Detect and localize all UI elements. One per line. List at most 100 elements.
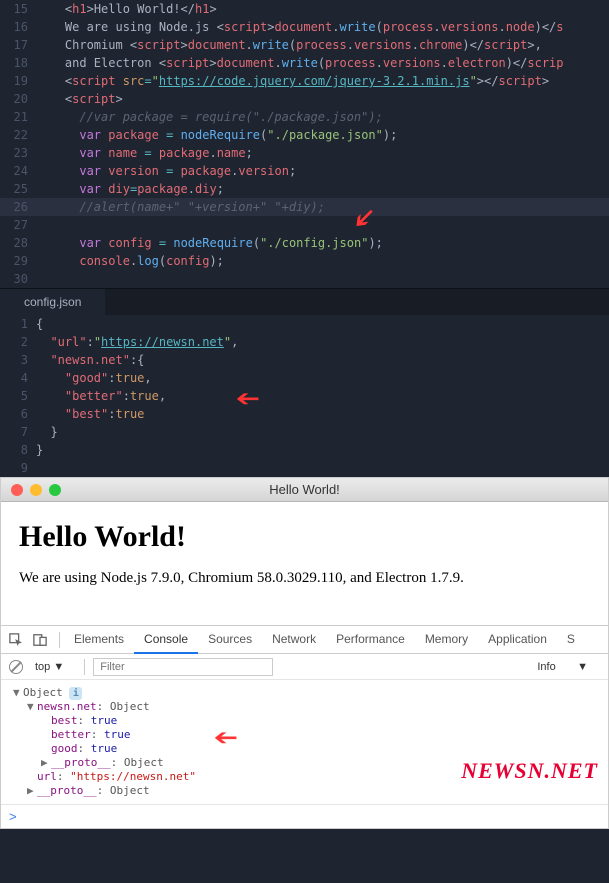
line-number: 17 bbox=[0, 36, 36, 54]
code-line[interactable]: 15 <h1>Hello World!</h1> bbox=[0, 0, 609, 18]
window-titlebar[interactable]: Hello World! bbox=[1, 478, 608, 502]
code-line[interactable]: 18 and Electron <script>document.write(p… bbox=[0, 54, 609, 72]
code-line[interactable]: 1{ bbox=[0, 315, 609, 333]
line-number: 9 bbox=[0, 459, 36, 477]
devtools-filter-bar: top ▼ Info ▼ bbox=[1, 654, 608, 680]
code-line[interactable]: 7 } bbox=[0, 423, 609, 441]
console-tree-node[interactable]: best: true bbox=[7, 714, 602, 728]
code-line[interactable]: 22 var package = nodeRequire("./package.… bbox=[0, 126, 609, 144]
page-content: Hello World! We are using Node.js 7.9.0,… bbox=[1, 502, 608, 625]
code-line[interactable]: 19 <script src="https://code.jquery.com/… bbox=[0, 72, 609, 90]
code-text: var diy=package.diy; bbox=[36, 180, 224, 198]
code-editor-json[interactable]: 1{2 "url":"https://newsn.net",3 "newsn.n… bbox=[0, 315, 609, 477]
code-line[interactable]: 8} bbox=[0, 441, 609, 459]
line-number: 20 bbox=[0, 90, 36, 108]
line-number: 25 bbox=[0, 180, 36, 198]
code-text: var package = nodeRequire("./package.jso… bbox=[36, 126, 397, 144]
line-number: 8 bbox=[0, 441, 36, 459]
line-number: 16 bbox=[0, 18, 36, 36]
devtools-tab-performance[interactable]: Performance bbox=[326, 626, 415, 654]
page-heading: Hello World! bbox=[19, 520, 590, 554]
console-output[interactable]: ▼Object i▼newsn.net: Objectbest: truebet… bbox=[1, 680, 608, 804]
line-number: 29 bbox=[0, 252, 36, 270]
code-text: } bbox=[36, 423, 58, 441]
code-line[interactable]: 3 "newsn.net":{ bbox=[0, 351, 609, 369]
code-text: { bbox=[36, 315, 43, 333]
window-title: Hello World! bbox=[1, 482, 608, 497]
code-text: console.log(config); bbox=[36, 252, 224, 270]
line-number: 27 bbox=[0, 216, 36, 234]
console-tree-node[interactable]: better: true bbox=[7, 728, 602, 742]
line-number: 24 bbox=[0, 162, 36, 180]
tab-config-json[interactable]: config.json bbox=[0, 289, 105, 315]
code-line[interactable]: 16 We are using Node.js <script>document… bbox=[0, 18, 609, 36]
console-tree-node[interactable]: good: true bbox=[7, 742, 602, 756]
filter-input[interactable] bbox=[93, 658, 273, 676]
code-text: var name = package.name; bbox=[36, 144, 253, 162]
code-line[interactable]: 29 console.log(config); bbox=[0, 252, 609, 270]
code-line[interactable]: 24 var version = package.version; bbox=[0, 162, 609, 180]
code-text: //var package = require("./package.json"… bbox=[36, 108, 383, 126]
app-window: Hello World! Hello World! We are using N… bbox=[0, 477, 609, 829]
code-line[interactable]: 28 var config = nodeRequire("./config.js… bbox=[0, 234, 609, 252]
context-selector[interactable]: top ▼ bbox=[31, 659, 76, 675]
line-number: 4 bbox=[0, 369, 36, 387]
line-number: 3 bbox=[0, 351, 36, 369]
line-number: 19 bbox=[0, 72, 36, 90]
devtools-tab-console[interactable]: Console bbox=[134, 626, 198, 654]
code-text: We are using Node.js <script>document.wr… bbox=[36, 18, 564, 36]
code-line[interactable]: 23 var name = package.name; bbox=[0, 144, 609, 162]
console-tree-node[interactable]: ▶__proto__: Object bbox=[7, 784, 602, 798]
code-line[interactable]: 27 bbox=[0, 216, 609, 234]
line-number: 22 bbox=[0, 126, 36, 144]
code-text: //alert(name+" "+version+" "+diy); bbox=[36, 198, 325, 216]
annotation-arrow-icon: ➔ bbox=[235, 379, 260, 417]
code-line[interactable]: 9 bbox=[0, 459, 609, 477]
line-number: 28 bbox=[0, 234, 36, 252]
code-line[interactable]: 30 bbox=[0, 270, 609, 288]
code-text: "better":true, bbox=[36, 387, 166, 405]
code-text: <script> bbox=[36, 90, 123, 108]
devtools-tab-sources[interactable]: Sources bbox=[198, 626, 262, 654]
code-text: "newsn.net":{ bbox=[36, 351, 144, 369]
code-line[interactable]: 20 <script> bbox=[0, 90, 609, 108]
console-prompt[interactable]: > bbox=[1, 804, 608, 828]
console-tree-node[interactable]: ▼newsn.net: Object bbox=[7, 700, 602, 714]
devtools-tab-s[interactable]: S bbox=[557, 626, 585, 654]
page-paragraph: We are using Node.js 7.9.0, Chromium 58.… bbox=[19, 570, 590, 587]
watermark: NEWSN.NET bbox=[461, 758, 598, 784]
device-icon[interactable] bbox=[33, 633, 47, 647]
devtools-tabs: ElementsConsoleSourcesNetworkPerformance… bbox=[1, 626, 608, 654]
code-text: and Electron <script>document.write(proc… bbox=[36, 54, 564, 72]
code-line[interactable]: 25 var diy=package.diy; bbox=[0, 180, 609, 198]
devtools-panel: ElementsConsoleSourcesNetworkPerformance… bbox=[1, 625, 608, 828]
devtools-tab-memory[interactable]: Memory bbox=[415, 626, 478, 654]
code-editor-main[interactable]: 15 <h1>Hello World!</h1>16 We are using … bbox=[0, 0, 609, 288]
code-text: Chromium <script>document.write(process.… bbox=[36, 36, 542, 54]
code-line[interactable]: 17 Chromium <script>document.write(proce… bbox=[0, 36, 609, 54]
console-tree-node[interactable]: ▼Object i bbox=[7, 686, 602, 700]
line-number: 15 bbox=[0, 0, 36, 18]
devtools-tab-elements[interactable]: Elements bbox=[64, 626, 134, 654]
code-line[interactable]: 26 //alert(name+" "+version+" "+diy); bbox=[0, 198, 609, 216]
devtools-tab-application[interactable]: Application bbox=[478, 626, 557, 654]
code-line[interactable]: 6 "best":true bbox=[0, 405, 609, 423]
line-number: 26 bbox=[0, 198, 36, 216]
inspect-icon[interactable] bbox=[9, 633, 23, 647]
devtools-tab-network[interactable]: Network bbox=[262, 626, 326, 654]
code-line[interactable]: 21 //var package = require("./package.js… bbox=[0, 108, 609, 126]
code-text: <script src="https://code.jquery.com/jqu… bbox=[36, 72, 549, 90]
code-line[interactable]: 2 "url":"https://newsn.net", bbox=[0, 333, 609, 351]
code-line[interactable]: 5 "better":true, bbox=[0, 387, 609, 405]
code-text: <h1>Hello World!</h1> bbox=[36, 0, 217, 18]
line-number: 21 bbox=[0, 108, 36, 126]
log-level-selector[interactable]: Info ▼ bbox=[533, 659, 600, 675]
editor-tab-bar: config.json bbox=[0, 288, 609, 315]
line-number: 1 bbox=[0, 315, 36, 333]
line-number: 6 bbox=[0, 405, 36, 423]
code-text: var config = nodeRequire("./config.json"… bbox=[36, 234, 383, 252]
code-line[interactable]: 4 "good":true, bbox=[0, 369, 609, 387]
annotation-arrow-icon: ➔ bbox=[213, 718, 238, 756]
line-number: 2 bbox=[0, 333, 36, 351]
clear-console-icon[interactable] bbox=[9, 660, 23, 674]
